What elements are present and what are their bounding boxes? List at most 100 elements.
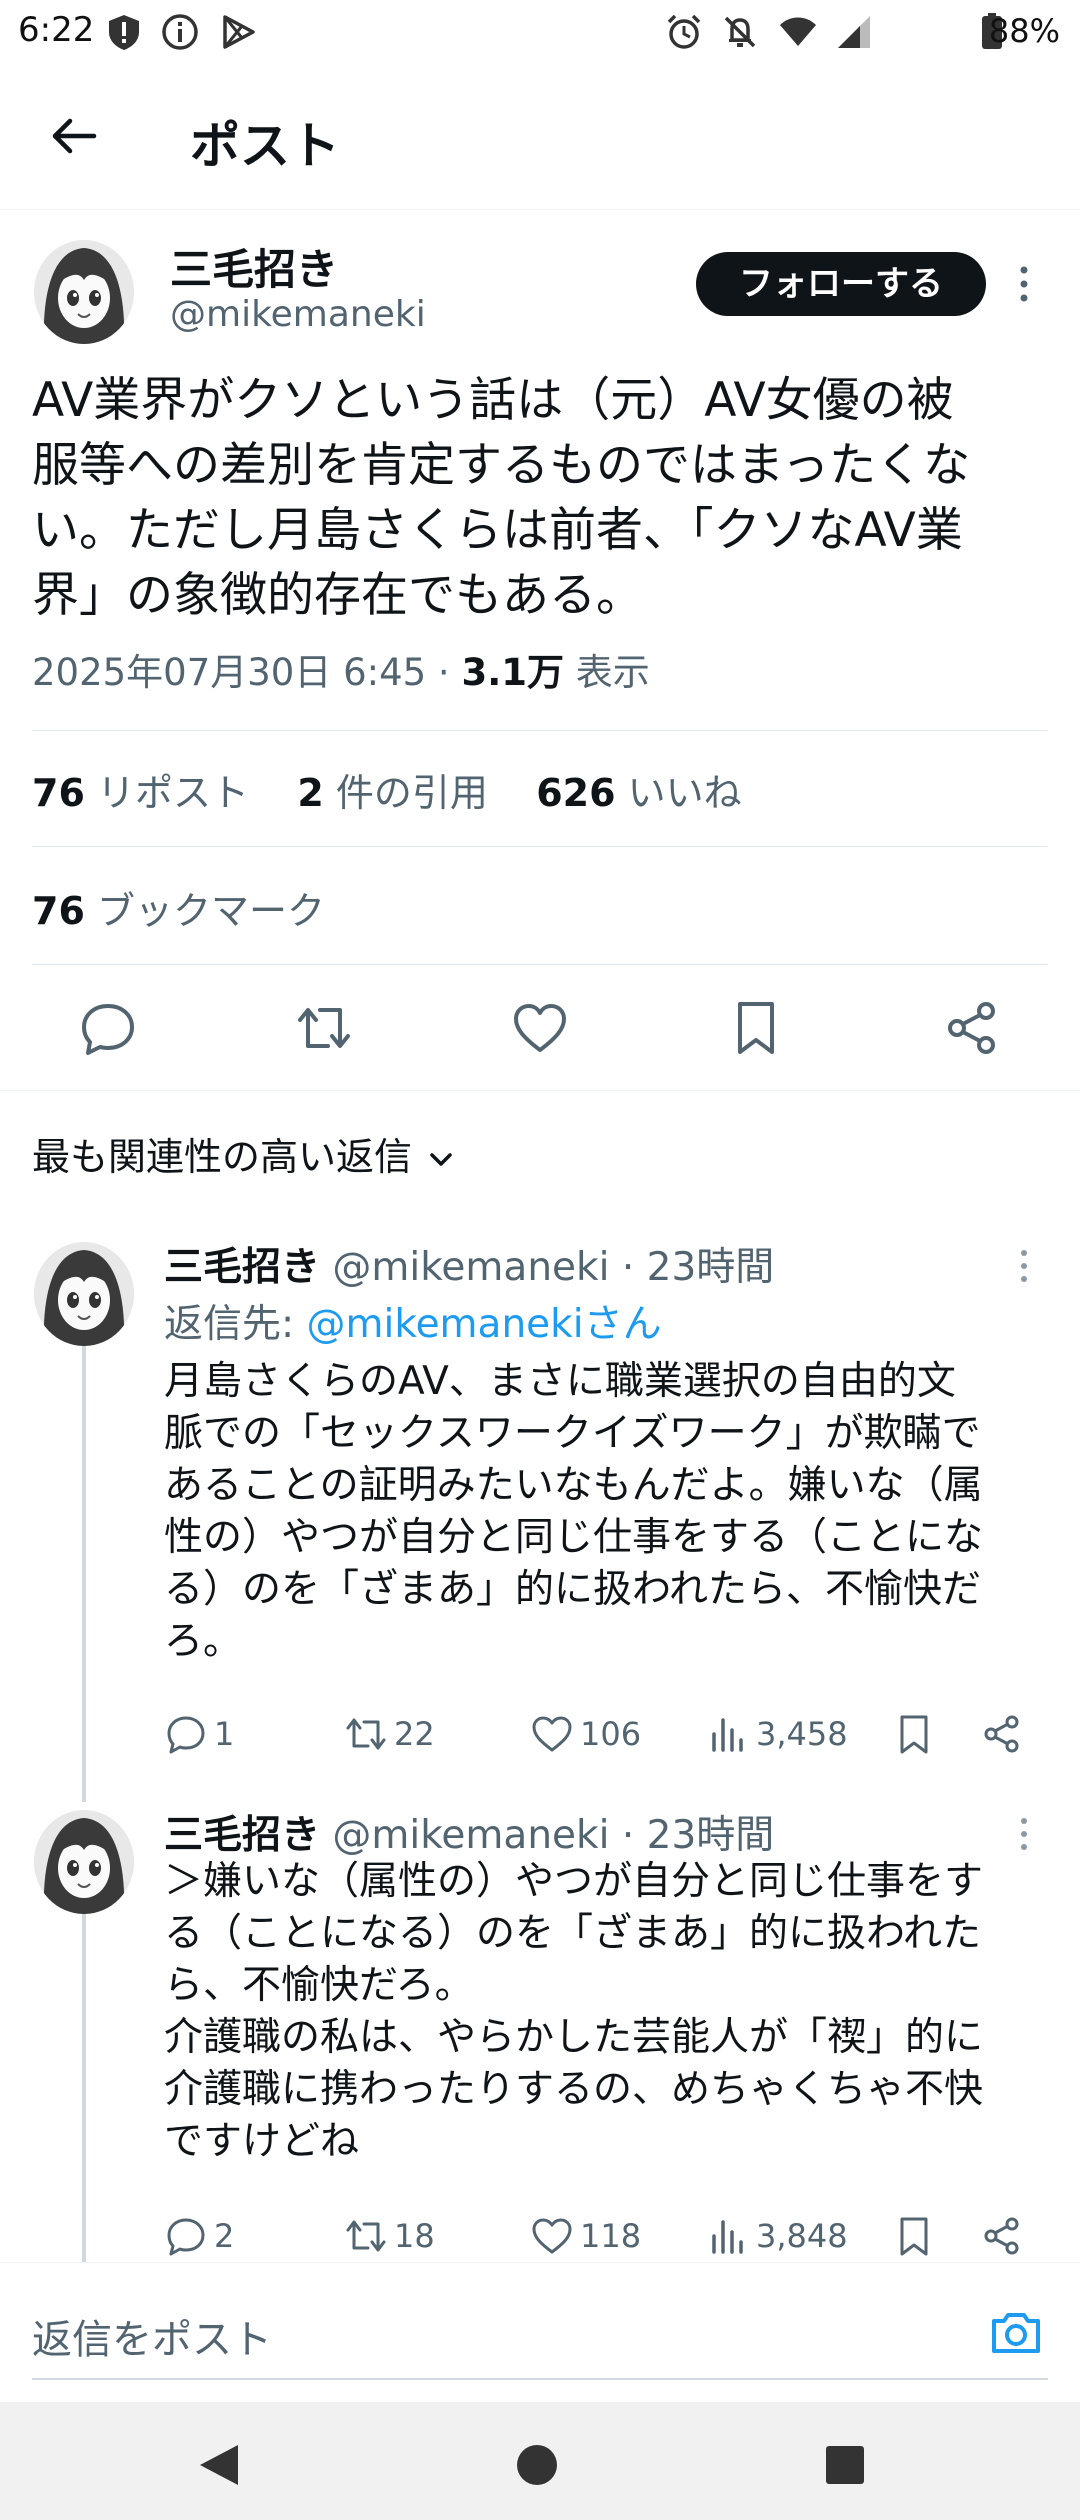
more-options-icon[interactable] bbox=[1010, 1814, 1038, 1854]
reply-sort-dropdown[interactable]: 最も関連性の高い返信 bbox=[32, 1126, 458, 1181]
divider bbox=[32, 730, 1048, 731]
share-icon[interactable] bbox=[980, 2214, 1024, 2258]
quotes-count: 2 bbox=[297, 771, 324, 815]
status-bar: 6:22 88% bbox=[0, 0, 1080, 64]
status-time: 6:22 bbox=[18, 10, 95, 50]
tweet-meta: 2025年07月30日 6:45 · 3.1万 表示 bbox=[32, 642, 650, 696]
reply-text-line: る）のを「ざまあ」的に扱われたら、不愉快だ bbox=[164, 1567, 982, 1612]
back-arrow-icon[interactable] bbox=[44, 106, 104, 166]
reply-action-like[interactable]: 106 bbox=[530, 1712, 641, 1756]
follow-button[interactable]: フォローする bbox=[696, 252, 986, 316]
reply-action-views[interactable]: 3,848 bbox=[706, 2214, 848, 2258]
reply-count: 1 bbox=[214, 1715, 235, 1753]
wifi-icon bbox=[780, 17, 816, 46]
repost-count: 22 bbox=[394, 1715, 435, 1753]
reply-icon bbox=[167, 1716, 205, 1754]
reply-action-views[interactable]: 3,458 bbox=[706, 1712, 848, 1756]
nav-home-icon[interactable] bbox=[514, 2442, 560, 2488]
reply-text-line: ろ。 bbox=[164, 1619, 243, 1664]
like-icon[interactable] bbox=[510, 998, 570, 1058]
thread-line bbox=[82, 1880, 86, 2262]
share-icon[interactable] bbox=[980, 1712, 1024, 1756]
reply-input[interactable]: 返信をポスト bbox=[32, 2307, 272, 2365]
reply-text-line: 月島さくらのAV、まさに職業選択の自由的文 bbox=[164, 1359, 956, 1404]
reply-sort-label: 最も関連性の高い返信 bbox=[32, 1135, 413, 1179]
reply-header: 三毛招き @mikemaneki · 23時間 bbox=[164, 1236, 774, 1292]
thread-line bbox=[82, 1312, 86, 1802]
reply-to-link[interactable]: @mikemanekiさん bbox=[307, 1302, 662, 1347]
play-store-icon bbox=[223, 15, 255, 49]
nav-recents-icon[interactable] bbox=[824, 2444, 866, 2486]
reply-to: 返信先: @mikemanekiさん bbox=[164, 1293, 662, 1349]
tweet-text-line: い。ただし月島さくらは前者、「クソなAV業 bbox=[32, 503, 963, 558]
page-title: ポスト bbox=[190, 117, 340, 175]
reply-text: ＞嫌いな（属性の）やつが自分と同じ仕事をす る（ことになる）のを「ざまあ」的に扱… bbox=[164, 1856, 1054, 2168]
author-handle[interactable]: @mikemaneki bbox=[170, 294, 426, 335]
reply-text-line: 介護職に携わったりするの、めちゃくちゃ不快 bbox=[164, 2067, 984, 2112]
reply-action-like[interactable]: 118 bbox=[530, 2214, 641, 2258]
avatar[interactable] bbox=[34, 240, 134, 344]
reply-handle-time: @mikemaneki · 23時間 bbox=[320, 1245, 775, 1290]
reply-action-reply[interactable]: 2 bbox=[164, 2214, 234, 2258]
reply-text-line: ＞嫌いな（属性の）やつが自分と同じ仕事をす bbox=[164, 1859, 984, 1904]
views-count: 3.1万 bbox=[461, 651, 565, 694]
divider bbox=[32, 846, 1048, 847]
anime-girl-avatar-icon bbox=[34, 240, 134, 344]
bookmark-icon[interactable] bbox=[892, 1712, 936, 1756]
avatar[interactable] bbox=[34, 1242, 134, 1346]
bookmarks-count: 76 bbox=[32, 889, 85, 933]
reply-icon bbox=[167, 2218, 205, 2256]
nav-back-icon[interactable] bbox=[196, 2442, 242, 2488]
alarm-icon bbox=[667, 14, 701, 49]
battery-percent: 88% bbox=[988, 12, 1060, 50]
chevron-down-icon bbox=[430, 1152, 452, 1166]
reply-compose-bar: 返信をポスト bbox=[0, 2262, 1080, 2402]
reply-text: 月島さくらのAV、まさに職業選択の自由的文 脈での「セックスワークイズワーク」が… bbox=[164, 1356, 1054, 1668]
like-icon bbox=[532, 2218, 572, 2254]
reply-author-name[interactable]: 三毛招き bbox=[164, 1813, 320, 1858]
reposts-label: リポスト bbox=[84, 771, 249, 815]
tweet-text-line: AV業界がクソという話は（元）AV女優の被 bbox=[32, 373, 954, 428]
reply-text-line: 性の）やつが自分と同じ仕事をする（ことにな bbox=[164, 1515, 984, 1560]
reply-action-repost[interactable]: 18 bbox=[344, 2214, 435, 2258]
like-icon bbox=[532, 1716, 572, 1752]
bookmarks-label: ブックマーク bbox=[84, 889, 325, 933]
like-count: 106 bbox=[580, 1715, 642, 1753]
reply-text-line: ら、不愉快だろ。 bbox=[164, 1963, 474, 2008]
views-count: 3,848 bbox=[756, 2217, 848, 2255]
views-chart-icon bbox=[712, 1718, 743, 1752]
reply-author-name[interactable]: 三毛招き bbox=[164, 1245, 320, 1290]
reply-action-repost[interactable]: 22 bbox=[344, 1712, 435, 1756]
bookmark-icon[interactable] bbox=[726, 998, 786, 1058]
camera-icon[interactable] bbox=[986, 2303, 1046, 2363]
avatar[interactable] bbox=[34, 1810, 134, 1914]
repost-icon[interactable] bbox=[294, 998, 354, 1058]
system-nav-bar bbox=[0, 2402, 1080, 2520]
reply-text-line: 脈での「セックスワークイズワーク」が欺瞞で bbox=[164, 1411, 981, 1456]
reply-text-line: あることの証明みたいなもんだよ。嫌いな（属 bbox=[164, 1463, 983, 1508]
reply-text-line: 介護職の私は、やらかした芸能人が「禊」的に bbox=[164, 2015, 984, 2060]
author-name[interactable]: 三毛招き bbox=[170, 236, 338, 297]
reposts-count: 76 bbox=[32, 771, 85, 815]
engagement-stats: 76 リポスト 2 件の引用 626 いいね bbox=[32, 762, 742, 817]
signal-icon bbox=[838, 16, 870, 48]
tweet-timestamp[interactable]: 2025年07月30日 6:45 · bbox=[32, 651, 461, 694]
more-options-icon[interactable] bbox=[1010, 262, 1038, 306]
bookmarks-stat[interactable]: 76 ブックマーク bbox=[32, 880, 325, 935]
anime-girl-avatar-icon bbox=[34, 1810, 134, 1914]
reply-icon[interactable] bbox=[78, 998, 138, 1058]
bookmark-icon[interactable] bbox=[892, 2214, 936, 2258]
shield-alert-icon bbox=[109, 15, 139, 50]
divider bbox=[32, 964, 1048, 965]
input-underline bbox=[32, 2378, 1048, 2380]
likes-stat[interactable]: 626 いいね bbox=[536, 771, 741, 815]
reply-action-reply[interactable]: 1 bbox=[164, 1712, 234, 1756]
more-options-icon[interactable] bbox=[1010, 1246, 1038, 1286]
reposts-stat[interactable]: 76 リポスト bbox=[32, 771, 249, 815]
repost-icon bbox=[346, 1718, 386, 1750]
reply-to-prefix: 返信先: bbox=[164, 1302, 307, 1347]
likes-label: いいね bbox=[615, 771, 742, 815]
info-icon bbox=[162, 14, 198, 50]
quotes-stat[interactable]: 2 件の引用 bbox=[297, 771, 488, 815]
share-icon[interactable] bbox=[942, 998, 1002, 1058]
